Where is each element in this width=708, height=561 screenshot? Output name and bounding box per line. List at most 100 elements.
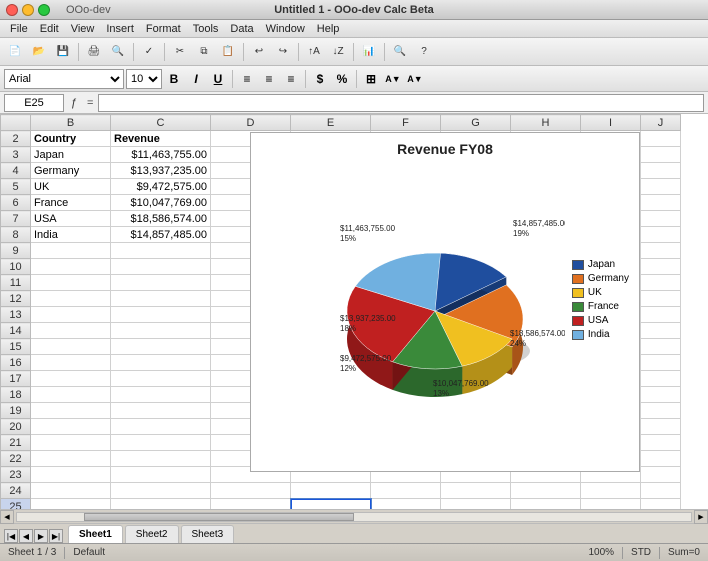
align-right-button[interactable]: ≡: [281, 69, 301, 89]
cell-B23[interactable]: [31, 467, 111, 483]
close-button[interactable]: [6, 4, 18, 16]
cell-B7[interactable]: USA: [31, 211, 111, 227]
open-button[interactable]: 📂: [28, 41, 50, 63]
copy-button[interactable]: ⧉: [193, 41, 215, 63]
currency-button[interactable]: $: [310, 69, 330, 89]
sort-asc-button[interactable]: ↑A: [303, 41, 325, 63]
cell-C18[interactable]: [111, 387, 211, 403]
cell-C8[interactable]: $14,857,485.00: [111, 227, 211, 243]
cell-C24[interactable]: [111, 483, 211, 499]
cell-J22[interactable]: [641, 451, 681, 467]
cell-B22[interactable]: [31, 451, 111, 467]
cell-J25[interactable]: [641, 499, 681, 510]
percent-button[interactable]: %: [332, 69, 352, 89]
cell-B14[interactable]: [31, 323, 111, 339]
cell-J24[interactable]: [641, 483, 681, 499]
cell-D24[interactable]: [211, 483, 291, 499]
cell-J17[interactable]: [641, 371, 681, 387]
cell-C11[interactable]: [111, 275, 211, 291]
cell-B9[interactable]: [31, 243, 111, 259]
minimize-button[interactable]: [22, 4, 34, 16]
cell-C5[interactable]: $9,472,575.00: [111, 179, 211, 195]
col-header-E[interactable]: E: [291, 115, 371, 131]
cell-J16[interactable]: [641, 355, 681, 371]
col-header-F[interactable]: F: [371, 115, 441, 131]
cell-B12[interactable]: [31, 291, 111, 307]
cell-C16[interactable]: [111, 355, 211, 371]
cell-B17[interactable]: [31, 371, 111, 387]
cell-B5[interactable]: UK: [31, 179, 111, 195]
cell-C15[interactable]: [111, 339, 211, 355]
col-header-G[interactable]: G: [441, 115, 511, 131]
cell-B10[interactable]: [31, 259, 111, 275]
tab-first-button[interactable]: |◀: [4, 529, 18, 543]
font-size-select[interactable]: 10: [126, 69, 162, 89]
menu-insert[interactable]: Insert: [100, 23, 140, 35]
preview-button[interactable]: 🔍: [107, 41, 129, 63]
cut-button[interactable]: ✂: [169, 41, 191, 63]
cell-C19[interactable]: [111, 403, 211, 419]
cell-B6[interactable]: France: [31, 195, 111, 211]
cell-J6[interactable]: [641, 195, 681, 211]
align-center-button[interactable]: ≡: [259, 69, 279, 89]
cell-E24[interactable]: [291, 483, 371, 499]
cell-C6[interactable]: $10,047,769.00: [111, 195, 211, 211]
formula-input[interactable]: [98, 94, 704, 112]
cell-B18[interactable]: [31, 387, 111, 403]
cell-C20[interactable]: [111, 419, 211, 435]
cell-D25[interactable]: [211, 499, 291, 510]
font-color-button[interactable]: A▼: [405, 69, 425, 89]
cell-J7[interactable]: [641, 211, 681, 227]
cell-B13[interactable]: [31, 307, 111, 323]
menu-help[interactable]: Help: [311, 23, 346, 35]
cell-F24[interactable]: [371, 483, 441, 499]
align-left-button[interactable]: ≡: [237, 69, 257, 89]
cell-B20[interactable]: [31, 419, 111, 435]
chart-object[interactable]: Revenue FY08 $11,463,755.0015%$13,937,23…: [250, 132, 640, 472]
italic-button[interactable]: I: [186, 69, 206, 89]
cell-H25[interactable]: [511, 499, 581, 510]
cell-E25[interactable]: [291, 499, 371, 510]
cell-J18[interactable]: [641, 387, 681, 403]
cell-B2[interactable]: Country: [31, 131, 111, 147]
cell-I24[interactable]: [581, 483, 641, 499]
cell-J20[interactable]: [641, 419, 681, 435]
maximize-button[interactable]: [38, 4, 50, 16]
col-header-H[interactable]: H: [511, 115, 581, 131]
cell-C23[interactable]: [111, 467, 211, 483]
col-header-B[interactable]: B: [31, 115, 111, 131]
cell-J9[interactable]: [641, 243, 681, 259]
horizontal-scrollbar[interactable]: ◀ ▶: [0, 509, 708, 523]
cell-G24[interactable]: [441, 483, 511, 499]
cell-J3[interactable]: [641, 147, 681, 163]
cell-J4[interactable]: [641, 163, 681, 179]
undo-button[interactable]: ↩: [248, 41, 270, 63]
tab-next-button[interactable]: ▶: [34, 529, 48, 543]
scroll-right-button[interactable]: ▶: [694, 510, 708, 524]
bold-button[interactable]: B: [164, 69, 184, 89]
cell-B16[interactable]: [31, 355, 111, 371]
menu-window[interactable]: Window: [260, 23, 311, 35]
cell-J19[interactable]: [641, 403, 681, 419]
cell-J21[interactable]: [641, 435, 681, 451]
menu-edit[interactable]: Edit: [34, 23, 65, 35]
zoom-in-button[interactable]: 🔍: [389, 41, 411, 63]
cell-C2[interactable]: Revenue: [111, 131, 211, 147]
cell-B19[interactable]: [31, 403, 111, 419]
help-button[interactable]: ?: [413, 41, 435, 63]
spellcheck-button[interactable]: ✓: [138, 41, 160, 63]
cell-C14[interactable]: [111, 323, 211, 339]
menu-file[interactable]: File: [4, 23, 34, 35]
border-button[interactable]: ⊞: [361, 69, 381, 89]
cell-J8[interactable]: [641, 227, 681, 243]
window-controls[interactable]: [6, 4, 50, 16]
cell-H24[interactable]: [511, 483, 581, 499]
menu-view[interactable]: View: [65, 23, 101, 35]
print-button[interactable]: 🖨: [83, 41, 105, 63]
sheet-tab-3[interactable]: Sheet3: [181, 525, 235, 543]
cell-J23[interactable]: [641, 467, 681, 483]
col-header-C[interactable]: C: [111, 115, 211, 131]
cell-C10[interactable]: [111, 259, 211, 275]
cell-J11[interactable]: [641, 275, 681, 291]
cell-I25[interactable]: [581, 499, 641, 510]
